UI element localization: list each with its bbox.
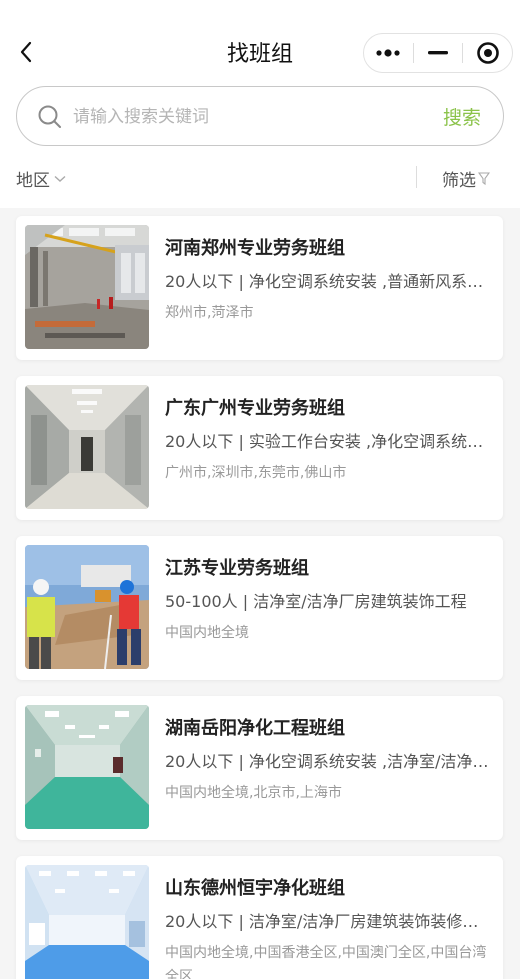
- team-title: 山东德州恒宇净化班组: [165, 878, 345, 899]
- close-button[interactable]: [463, 34, 512, 72]
- team-description: 20人以下 | 净化空调系统安装 ,洁净室/洁净厂房: [165, 752, 490, 771]
- team-photo: [25, 385, 149, 509]
- filter-divider: [416, 166, 417, 188]
- search-icon: [38, 105, 61, 128]
- top-bar: 找班组 请输入搜索关键词 搜索 地区 筛选: [0, 0, 520, 208]
- chevron-left-icon: [20, 41, 32, 63]
- mini-program-capsule: [363, 33, 513, 73]
- team-title: 河南郑州专业劳务班组: [165, 238, 345, 259]
- team-photo: [25, 705, 149, 829]
- chevron-down-icon: [54, 175, 66, 182]
- filter-bar: 地区 筛选: [0, 160, 520, 196]
- team-location: 广州市,深圳市,东莞市,佛山市: [165, 465, 347, 481]
- team-description: 20人以下 | 净化空调系统安装 ,普通新风系统安装: [165, 272, 490, 291]
- team-location: 中国内地全境: [165, 625, 249, 641]
- more-button[interactable]: [364, 34, 413, 72]
- team-photo: [25, 865, 149, 979]
- minus-icon: [428, 51, 448, 55]
- list-item[interactable]: 江苏专业劳务班组 50-100人 | 洁净室/洁净厂房建筑装饰工程 中国内地全境: [16, 536, 503, 680]
- minimize-button[interactable]: [414, 34, 463, 72]
- team-location: 郑州市,菏泽市: [165, 305, 254, 321]
- team-location: 中国内地全境,中国香港全区,中国澳门全区,中国台湾全区: [165, 945, 487, 979]
- team-photo: [25, 545, 149, 669]
- team-title: 湖南岳阳净化工程班组: [165, 718, 345, 739]
- team-photo: [25, 225, 149, 349]
- search-bar: 搜索: [16, 86, 504, 146]
- team-title: 江苏专业劳务班组: [165, 558, 309, 579]
- navigation-bar: 找班组: [0, 20, 520, 84]
- more-dots-icon: [376, 49, 400, 57]
- region-dropdown[interactable]: 地区: [16, 166, 66, 191]
- team-description: 20人以下 | 洁净室/洁净厂房建筑装饰装修工程: [165, 912, 490, 931]
- team-location: 中国内地全境,北京市,上海市: [165, 785, 342, 801]
- region-label: 地区: [16, 171, 50, 191]
- list-item[interactable]: 湖南岳阳净化工程班组 20人以下 | 净化空调系统安装 ,洁净室/洁净厂房 中国…: [16, 696, 503, 840]
- list-item[interactable]: 河南郑州专业劳务班组 20人以下 | 净化空调系统安装 ,普通新风系统安装 郑州…: [16, 216, 503, 360]
- target-close-icon: [476, 42, 499, 64]
- back-button[interactable]: [14, 38, 38, 66]
- team-description: 50-100人 | 洁净室/洁净厂房建筑装饰工程: [165, 592, 467, 611]
- search-button[interactable]: 搜索: [443, 103, 481, 130]
- list-item[interactable]: 山东德州恒宇净化班组 20人以下 | 洁净室/洁净厂房建筑装饰装修工程 中国内地…: [16, 856, 503, 979]
- funnel-icon: [478, 171, 490, 185]
- filter-button[interactable]: 筛选: [442, 166, 490, 191]
- team-description: 20人以下 | 实验工作台安装 ,净化空调系统安装: [165, 432, 490, 451]
- filter-label: 筛选: [442, 171, 476, 191]
- team-title: 广东广州专业劳务班组: [165, 398, 345, 419]
- list-item[interactable]: 广东广州专业劳务班组 20人以下 | 实验工作台安装 ,净化空调系统安装 广州市…: [16, 376, 503, 520]
- search-input[interactable]: [73, 97, 373, 137]
